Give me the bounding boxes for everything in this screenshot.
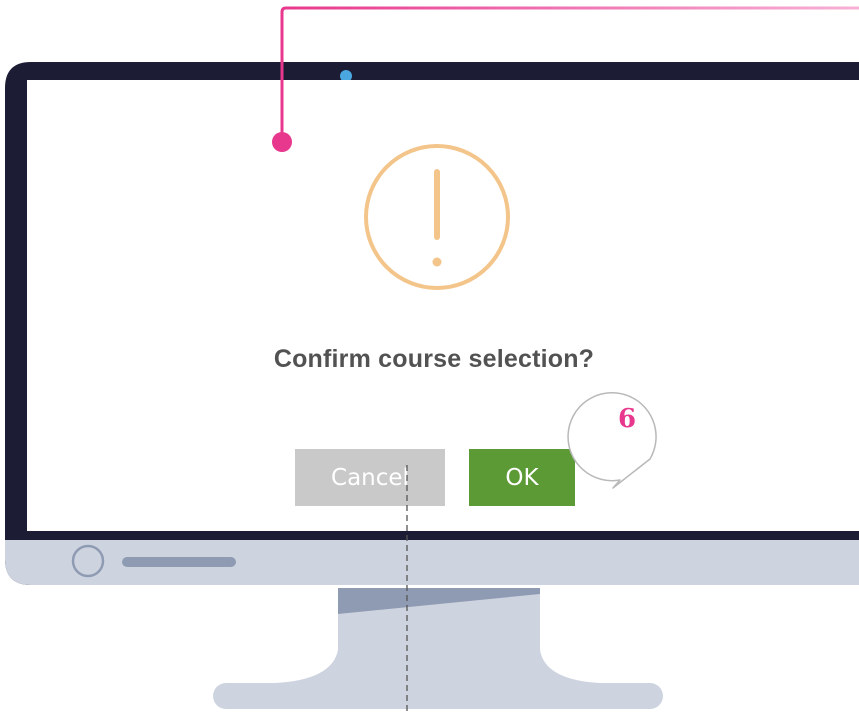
callout-line [280,6,859,142]
annotation-overlay [272,6,859,714]
step-number-label: 6 [617,404,637,434]
callout-dot [272,132,292,152]
